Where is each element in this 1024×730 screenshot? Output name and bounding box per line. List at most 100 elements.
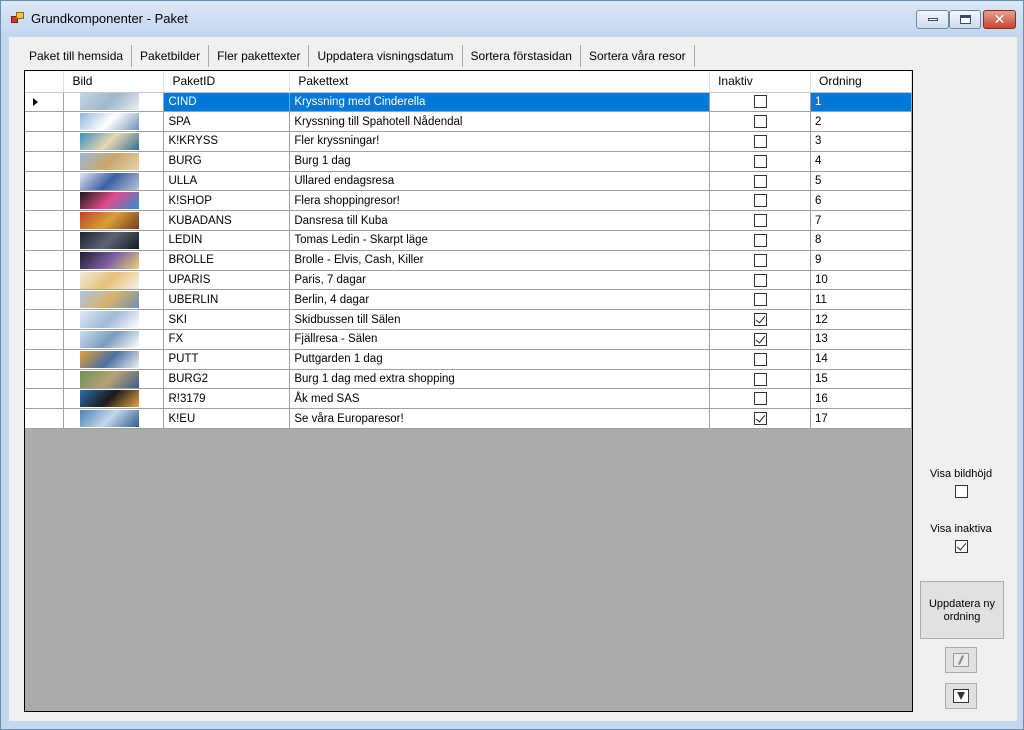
- paketid-cell[interactable]: BROLLE: [163, 250, 291, 271]
- inaktiv-cell[interactable]: [709, 151, 812, 172]
- inaktiv-cell[interactable]: [709, 111, 812, 133]
- inaktiv-cell[interactable]: [709, 270, 812, 291]
- edit-button[interactable]: [945, 647, 977, 673]
- inaktiv-cell[interactable]: [709, 388, 812, 410]
- tab-paketbilder[interactable]: Paketbilder: [132, 45, 210, 67]
- bild-cell[interactable]: [63, 349, 165, 370]
- paketid-cell[interactable]: SKI: [163, 309, 291, 331]
- paketid-cell[interactable]: BURG: [163, 151, 291, 172]
- update-order-button[interactable]: Uppdatera ny ordning: [920, 581, 1004, 639]
- table-row[interactable]: SPA Kryssning till Spahotell Nådendal 2: [25, 111, 912, 133]
- pakettext-cell[interactable]: Kryssning med Cinderella: [289, 92, 711, 113]
- close-button[interactable]: ✕: [983, 10, 1016, 29]
- paketid-cell[interactable]: UBERLIN: [163, 289, 291, 311]
- bild-cell[interactable]: [63, 329, 165, 350]
- paketid-cell[interactable]: K!SHOP: [163, 190, 291, 212]
- bild-cell[interactable]: [63, 408, 165, 430]
- table-row[interactable]: ULLA Ullared endagsresa 5: [25, 171, 912, 192]
- table-row[interactable]: BROLLE Brolle - Elvis, Cash, Killer 9: [25, 250, 912, 271]
- inaktiv-checkbox[interactable]: [753, 134, 767, 148]
- inaktiv-cell[interactable]: [709, 349, 812, 370]
- maximize-button[interactable]: [949, 10, 981, 29]
- bild-cell[interactable]: [63, 190, 165, 212]
- row-header[interactable]: [25, 131, 65, 152]
- column-header-ordning[interactable]: Ordning: [810, 71, 912, 93]
- inaktiv-cell[interactable]: [709, 369, 812, 390]
- ordning-cell[interactable]: 17: [810, 408, 912, 430]
- visa-inaktiva-checkbox[interactable]: [955, 539, 968, 554]
- paketid-cell[interactable]: SPA: [163, 111, 291, 133]
- row-header[interactable]: [25, 289, 65, 311]
- table-row[interactable]: UPARIS Paris, 7 dagar 10: [25, 270, 912, 291]
- ordning-cell[interactable]: 7: [810, 210, 912, 232]
- table-row[interactable]: SKI Skidbussen till Sälen 12: [25, 309, 912, 331]
- inaktiv-cell[interactable]: [709, 329, 812, 350]
- pakettext-cell[interactable]: Flera shoppingresor!: [289, 190, 711, 212]
- bild-cell[interactable]: [63, 270, 165, 291]
- ordning-cell[interactable]: 8: [810, 230, 912, 251]
- ordning-cell[interactable]: 13: [810, 329, 912, 350]
- bild-cell[interactable]: [63, 131, 165, 152]
- row-header[interactable]: [25, 329, 65, 350]
- ordning-cell[interactable]: 11: [810, 289, 912, 311]
- table-row[interactable]: PUTT Puttgarden 1 dag 14: [25, 349, 912, 370]
- row-header[interactable]: [25, 190, 65, 212]
- column-header-pakettext[interactable]: Pakettext: [289, 71, 711, 93]
- row-header[interactable]: [25, 111, 65, 133]
- bild-cell[interactable]: [63, 151, 165, 172]
- pakettext-cell[interactable]: Åk med SAS: [289, 388, 711, 410]
- inaktiv-checkbox[interactable]: [753, 273, 767, 287]
- pakettext-cell[interactable]: Paris, 7 dagar: [289, 270, 711, 291]
- tab-sortera-vara-resor[interactable]: Sortera våra resor: [581, 45, 695, 67]
- pakettext-cell[interactable]: Fjällresa - Sälen: [289, 329, 711, 350]
- table-row[interactable]: LEDIN Tomas Ledin - Skarpt läge 8: [25, 230, 912, 251]
- ordning-cell[interactable]: 4: [810, 151, 912, 172]
- title-bar[interactable]: Grundkomponenter - Paket ✕: [1, 1, 1023, 37]
- row-header[interactable]: [25, 369, 65, 390]
- ordning-cell[interactable]: 10: [810, 270, 912, 291]
- inaktiv-checkbox[interactable]: [753, 352, 767, 366]
- inaktiv-checkbox[interactable]: [753, 293, 767, 307]
- ordning-cell[interactable]: 6: [810, 190, 912, 212]
- tab-sortera-forstasidan[interactable]: Sortera förstasidan: [462, 45, 581, 67]
- row-header[interactable]: [25, 210, 65, 232]
- ordning-cell[interactable]: 12: [810, 309, 912, 331]
- row-header[interactable]: [25, 171, 65, 192]
- table-row[interactable]: BURG2 Burg 1 dag med extra shopping 15: [25, 369, 912, 390]
- table-row[interactable]: K!EU Se våra Europaresor! 17: [25, 408, 912, 430]
- bild-cell[interactable]: [63, 369, 165, 390]
- inaktiv-cell[interactable]: [709, 210, 812, 232]
- row-header[interactable]: [25, 250, 65, 271]
- table-row[interactable]: K!KRYSS Fler kryssningar! 3: [25, 131, 912, 152]
- table-row[interactable]: CIND Kryssning med Cinderella 1: [25, 92, 912, 113]
- inaktiv-checkbox[interactable]: [753, 253, 767, 267]
- paketid-cell[interactable]: LEDIN: [163, 230, 291, 251]
- package-grid[interactable]: Bild PaketID Pakettext Inaktiv Ordning C…: [24, 70, 913, 712]
- bild-cell[interactable]: [63, 309, 165, 331]
- bild-cell[interactable]: [63, 230, 165, 251]
- inaktiv-cell[interactable]: [709, 171, 812, 192]
- inaktiv-checkbox[interactable]: [753, 154, 767, 168]
- inaktiv-checkbox[interactable]: [753, 174, 767, 188]
- inaktiv-cell[interactable]: [709, 250, 812, 271]
- paketid-cell[interactable]: CIND: [163, 92, 291, 113]
- tab-fler-pakettexter[interactable]: Fler pakettexter: [209, 45, 310, 67]
- ordning-cell[interactable]: 14: [810, 349, 912, 370]
- pakettext-cell[interactable]: Skidbussen till Sälen: [289, 309, 711, 331]
- inaktiv-cell[interactable]: [709, 92, 812, 113]
- inaktiv-checkbox[interactable]: [753, 412, 767, 426]
- filter-button[interactable]: [945, 683, 977, 709]
- inaktiv-checkbox[interactable]: [753, 332, 767, 346]
- ordning-cell[interactable]: 3: [810, 131, 912, 152]
- tab-uppdatera-visningsdatum[interactable]: Uppdatera visningsdatum: [309, 45, 463, 67]
- pakettext-cell[interactable]: Berlin, 4 dagar: [289, 289, 711, 311]
- pakettext-cell[interactable]: Burg 1 dag: [289, 151, 711, 172]
- inaktiv-checkbox[interactable]: [753, 115, 767, 129]
- pakettext-cell[interactable]: Brolle - Elvis, Cash, Killer: [289, 250, 711, 271]
- table-row[interactable]: R!3179 Åk med SAS 16: [25, 388, 912, 410]
- bild-cell[interactable]: [63, 388, 165, 410]
- ordning-cell[interactable]: 5: [810, 171, 912, 192]
- table-row[interactable]: UBERLIN Berlin, 4 dagar 11: [25, 289, 912, 311]
- paketid-cell[interactable]: KUBADANS: [163, 210, 291, 232]
- row-header[interactable]: [25, 408, 65, 430]
